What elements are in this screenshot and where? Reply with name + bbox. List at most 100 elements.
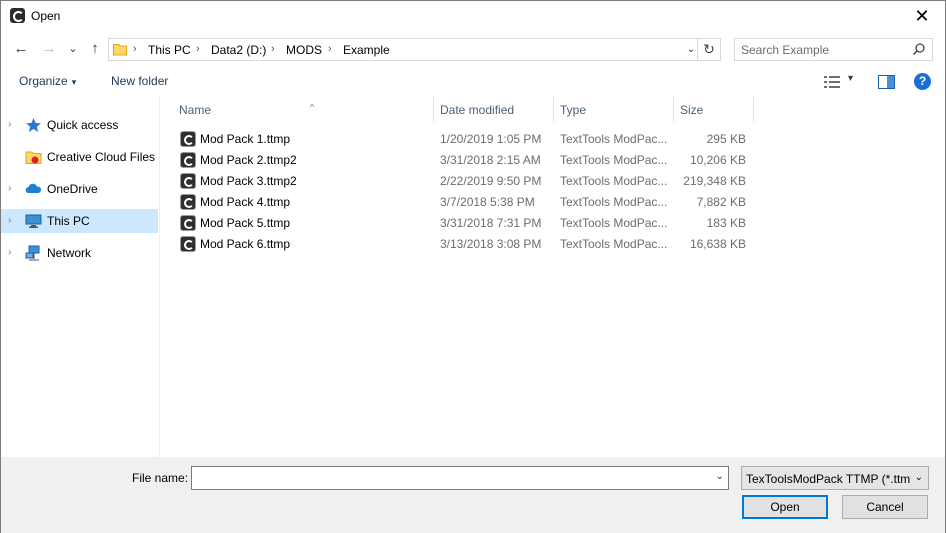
file-row[interactable]: Mod Pack 5.ttmp 3/31/2018 7:31 PM TextTo… [179, 213, 779, 234]
file-type: TextTools ModPac... [560, 216, 668, 230]
expand-chevron-icon[interactable]: › [8, 119, 11, 130]
ttmp-file-icon [180, 215, 196, 231]
file-type: TextTools ModPac... [560, 195, 668, 209]
preview-pane-icon[interactable] [878, 75, 895, 89]
file-row[interactable]: Mod Pack 1.ttmp 1/20/2019 1:05 PM TextTo… [179, 129, 779, 150]
back-button[interactable]: ← [11, 39, 31, 59]
file-type: TextTools ModPac... [560, 132, 668, 146]
computer-icon [25, 214, 42, 228]
breadcrumb-data2[interactable]: Data2 (D:) [211, 43, 266, 57]
file-name: Mod Pack 1.ttmp [200, 132, 291, 146]
breadcrumb-separator[interactable]: › [328, 43, 332, 55]
file-size: 16,638 KB [689, 237, 746, 251]
chevron-down-icon: ▾ [71, 77, 77, 87]
address-row: ← → ⌄ ↑ › This PC › Data2 (D:) › MODS › … [1, 35, 945, 63]
sidebar-item-quick-access[interactable]: › Quick access [1, 113, 158, 137]
search-input[interactable] [735, 39, 910, 60]
file-type-filter-select[interactable]: TexToolsModPack TTMP (*.ttm ⌄ [741, 466, 929, 490]
address-bar[interactable]: › This PC › Data2 (D:) › MODS › Example … [108, 38, 698, 61]
window-title: Open [31, 9, 61, 23]
file-date: 3/7/2018 5:38 PM [440, 195, 535, 209]
file-type: TextTools ModPac... [560, 153, 668, 167]
sidebar-item-label: OneDrive [47, 182, 98, 196]
creative-cloud-folder-icon [25, 151, 42, 164]
breadcrumb-separator[interactable]: › [196, 43, 200, 55]
breadcrumb-separator: › [133, 43, 137, 55]
file-date: 3/31/2018 2:15 AM [440, 153, 541, 167]
open-button[interactable]: Open [742, 495, 828, 519]
column-header-name[interactable]: Name ^ [173, 97, 434, 123]
search-icon[interactable] [912, 42, 926, 56]
ttmp-file-icon [180, 152, 196, 168]
file-size: 7,882 KB [696, 195, 746, 209]
sidebar-item-label: Quick access [47, 118, 119, 132]
expand-chevron-icon[interactable]: › [8, 183, 11, 194]
sidebar-item-this-pc[interactable]: › This PC [1, 209, 158, 233]
cancel-button[interactable]: Cancel [842, 495, 928, 519]
forward-button[interactable]: → [39, 39, 59, 59]
chevron-down-icon: ⌄ [914, 472, 923, 483]
organize-menu[interactable]: Organize ▾ [19, 74, 76, 88]
file-row[interactable]: Mod Pack 3.ttmp2 2/22/2019 9:50 PM TextT… [179, 171, 779, 192]
sidebar-item-network[interactable]: › Network [1, 241, 158, 265]
ttmp-file-icon [180, 131, 196, 147]
refresh-button[interactable]: ↻ [698, 38, 721, 61]
recent-locations-button[interactable]: ⌄ [63, 39, 83, 59]
folder-icon [113, 44, 127, 56]
file-type-filter-value: TexToolsModPack TTMP (*.ttm [746, 472, 911, 486]
column-header-date-modified[interactable]: Date modified [434, 97, 554, 123]
change-view-button[interactable]: ▾ [822, 73, 856, 91]
command-bar: Organize ▾ New folder ▾ ? [1, 68, 945, 96]
network-icon [25, 245, 40, 261]
file-date: 2/22/2019 9:50 PM [440, 174, 542, 188]
file-list: Name ^ Date modified Type Size Mod Pack … [161, 97, 945, 457]
breadcrumb-example[interactable]: Example [343, 43, 390, 57]
file-row[interactable]: Mod Pack 4.ttmp 3/7/2018 5:38 PM TextToo… [179, 192, 779, 213]
sidebar-item-creative-cloud-files[interactable]: Creative Cloud Files [1, 145, 158, 169]
file-size: 219,348 KB [683, 174, 746, 188]
column-header-label: Name [179, 103, 212, 117]
file-type: TextTools ModPac... [560, 174, 668, 188]
file-row[interactable]: Mod Pack 6.ttmp 3/13/2018 3:08 PM TextTo… [179, 234, 779, 255]
file-date: 3/31/2018 7:31 PM [440, 216, 542, 230]
breadcrumb-mods[interactable]: MODS [286, 43, 322, 57]
breadcrumb-this-pc[interactable]: This PC [148, 43, 191, 57]
help-icon[interactable]: ? [914, 73, 931, 90]
open-file-dialog: Open ✕ ← → ⌄ ↑ › This PC › Data2 (D:) › … [0, 0, 946, 533]
new-folder-button[interactable]: New folder [111, 74, 168, 88]
close-button[interactable]: ✕ [899, 1, 945, 32]
file-size: 183 KB [706, 216, 746, 230]
details-view-icon [824, 76, 840, 88]
search-box[interactable] [734, 38, 933, 61]
breadcrumb-separator[interactable]: › [271, 43, 275, 55]
sidebar-item-label: Creative Cloud Files [47, 150, 156, 164]
file-name: Mod Pack 6.ttmp [200, 237, 291, 251]
up-button[interactable]: ↑ [85, 39, 105, 59]
file-row[interactable]: Mod Pack 2.ttmp2 3/31/2018 2:15 AM TextT… [179, 150, 779, 171]
expand-chevron-icon[interactable]: › [8, 215, 11, 226]
expand-chevron-icon[interactable]: › [8, 247, 11, 258]
sidebar-item-onedrive[interactable]: › OneDrive [1, 177, 158, 201]
dialog-footer: File name: ⌄ TexToolsModPack TTMP (*.ttm… [1, 457, 945, 533]
file-name-combobox[interactable]: ⌄ [191, 466, 729, 490]
file-name: Mod Pack 5.ttmp [200, 216, 291, 230]
sort-ascending-icon: ^ [310, 102, 315, 112]
star-icon [26, 118, 41, 132]
column-header-type[interactable]: Type [554, 97, 674, 123]
sidebar-item-label: Network [47, 246, 92, 260]
file-date: 1/20/2019 1:05 PM [440, 132, 542, 146]
address-dropdown-button[interactable]: ⌄ [684, 41, 698, 59]
file-size: 295 KB [706, 132, 746, 146]
file-size: 10,206 KB [689, 153, 746, 167]
file-name-input[interactable] [192, 467, 702, 489]
ttmp-file-icon [180, 173, 196, 189]
app-icon [10, 8, 25, 23]
file-name: Mod Pack 3.ttmp2 [200, 174, 297, 188]
file-name-label: File name: [132, 471, 189, 485]
column-header-size[interactable]: Size [674, 97, 754, 123]
sidebar-item-label: This PC [47, 214, 90, 228]
file-name: Mod Pack 4.ttmp [200, 195, 291, 209]
chevron-down-icon: ▾ [848, 73, 854, 84]
chevron-down-icon[interactable]: ⌄ [716, 471, 724, 482]
cloud-icon [25, 183, 42, 193]
